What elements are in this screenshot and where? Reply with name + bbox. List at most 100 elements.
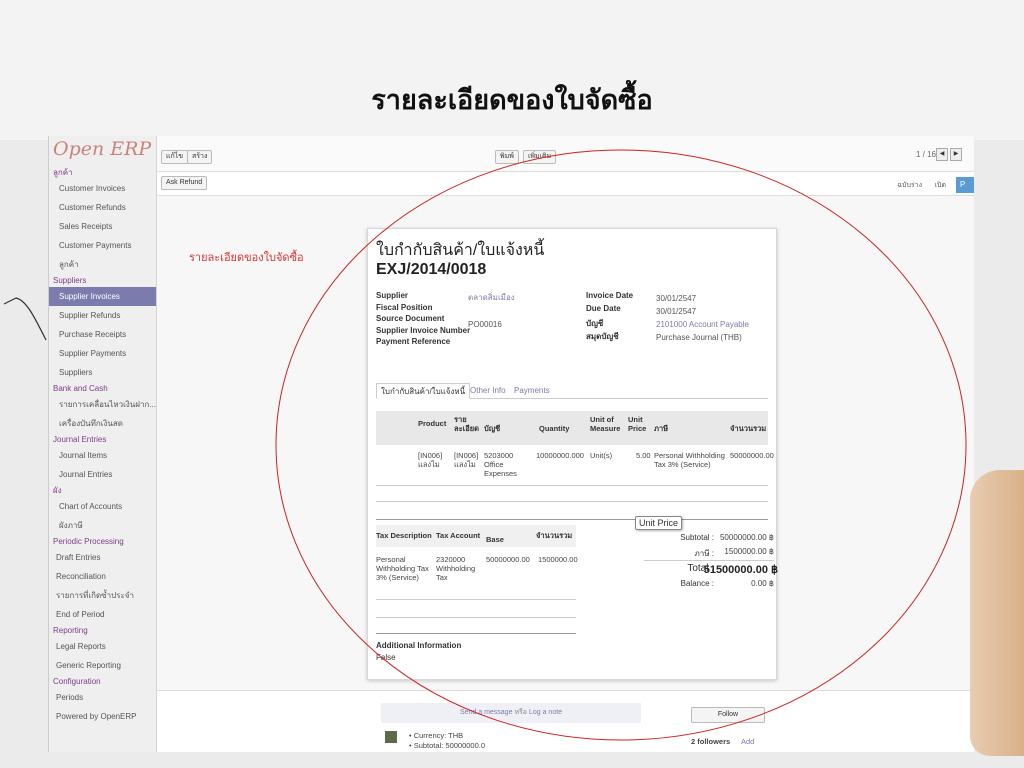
sidebar-item[interactable]: Legal Reports [49, 637, 156, 656]
sidebar-item[interactable]: Supplier Payments [49, 344, 156, 363]
sidebar-section-label: ลูกค้า [53, 168, 73, 177]
line-total[interactable]: 50000000.00 [730, 451, 774, 460]
invoice-title: ใบกำกับสินค้า/ใบแจ้งหนี้ EXJ/2014/0018 [376, 241, 544, 279]
edit-button[interactable]: แก้ไข [161, 150, 189, 164]
field-value[interactable]: PO00016 [468, 320, 502, 329]
previous-icon[interactable]: ◀ [936, 148, 948, 161]
sidebar-item[interactable]: ลูกค้า [49, 255, 156, 274]
col-uom: Unit of Measure [590, 415, 621, 433]
sidebar-item[interactable]: Purchase Receipts [49, 325, 156, 344]
tax-label: ภาษี : [694, 549, 714, 558]
screenshot: Open ERP ลูกค้า Customer Invoices Customer… [48, 136, 974, 752]
stage-paid: P [956, 177, 974, 193]
sidebar-section-label: Journal Entries [53, 435, 107, 444]
stage-bar: ฉบับร่าง เปิด P [157, 177, 974, 214]
sidebar-section-label: Reporting [53, 626, 88, 635]
field-label: Invoice Date [586, 291, 634, 300]
sidebar-item[interactable]: Chart of Accounts [49, 497, 156, 516]
sidebar-item[interactable]: Generic Reporting [49, 656, 156, 675]
invoice-tabs: ใบกำกับสินค้า/ใบแจ้งหนี้ Other Info Paym… [376, 383, 768, 399]
toolbar: แก้ไข สร้าง พิมพ์ เพิ่มเติม 1 / 16 ◀ ▶ [157, 136, 974, 172]
sidebar-item[interactable]: รายการที่เกิดซ้ำประจำ [49, 586, 156, 605]
line-tax[interactable]: Personal Withholding Tax 3% (Service) [654, 451, 730, 469]
invoice-form: ใบกำกับสินค้า/ใบแจ้งหนี้ EXJ/2014/0018 S… [367, 228, 778, 680]
line-unit-price[interactable]: 5.00 [636, 451, 651, 460]
subtotal-value: 50000000.00 ฿ [719, 533, 774, 542]
next-icon[interactable]: ▶ [950, 148, 962, 161]
divider [376, 485, 768, 486]
field-value[interactable]: ตลาดสิ่มเมือง [468, 291, 515, 304]
field-value[interactable]: 30/01/2547 [656, 294, 696, 303]
subtotal-label: Subtotal : [680, 533, 714, 542]
print-button[interactable]: พิมพ์ [495, 150, 519, 164]
balance-value: 0.00 ฿ [751, 579, 774, 588]
total-value: 51500000.00 ฿ [703, 564, 778, 576]
sidebar-menu: ลูกค้า Customer Invoices Customer Refunds S… [49, 166, 156, 726]
col-product: Product [418, 419, 447, 428]
additional-info-value: False [376, 653, 396, 662]
col-tax: ภาษี [654, 424, 669, 433]
field-value[interactable]: 2101000 Account Payable [656, 320, 749, 329]
more-button[interactable]: เพิ่มเติม [523, 150, 557, 164]
lines-header-bg [376, 411, 768, 445]
field-label: Supplier [376, 291, 409, 300]
create-button[interactable]: สร้าง [187, 150, 213, 164]
add-follower-link[interactable]: Add [741, 737, 754, 746]
field-label: บัญชี [586, 319, 604, 328]
sidebar-item[interactable]: Supplier Invoices [49, 287, 156, 306]
line-account[interactable]: 5203000 Office Expenses [484, 451, 524, 478]
sidebar-item[interactable]: End of Period [49, 605, 156, 624]
divider [376, 633, 576, 634]
sidebar-item[interactable]: Customer Refunds [49, 198, 156, 217]
sidebar-section-label: Bank and Cash [53, 384, 108, 393]
send-message-link[interactable]: Send a message [460, 709, 513, 716]
line-quantity[interactable]: 10000000.000 [536, 451, 584, 460]
sidebar-item[interactable]: Powered by OpenERP [49, 707, 156, 726]
chatter: Send a message หรือ Log a note Follow • … [157, 690, 974, 752]
sidebar-section-label: Suppliers [53, 276, 87, 285]
chatter-compose[interactable]: Send a message หรือ Log a note [381, 703, 641, 723]
col-tax-amount: จำนวนรวม [536, 531, 573, 540]
sidebar-item[interactable]: Draft Entries [49, 548, 156, 567]
divider [644, 560, 774, 561]
sidebar-item[interactable]: เครื่องบันทึกเงินสด [49, 414, 156, 433]
sidebar-item[interactable]: Reconciliation [49, 567, 156, 586]
sidebar-item[interactable]: Periods [49, 688, 156, 707]
sidebar-item[interactable]: Journal Entries [49, 465, 156, 484]
field-label: สมุดบัญชี [586, 332, 619, 341]
sidebar-section-label: ผัง [53, 486, 62, 495]
avatar [385, 731, 397, 743]
arrow-doodle-icon [3, 297, 47, 341]
sidebar: Open ERP ลูกค้า Customer Invoices Customer… [49, 136, 157, 752]
pager: 1 / 16 [915, 150, 936, 159]
sidebar-item[interactable]: รายการเคลื่อนไหวเงินฝาก... [49, 395, 156, 414]
col-tax-desc: Tax Description [376, 531, 432, 540]
log-note-link[interactable]: Log a note [529, 709, 562, 716]
tab-payments[interactable]: Payments [510, 383, 554, 399]
ask-refund-button[interactable]: Ask Refund [161, 176, 208, 190]
follow-button[interactable]: Follow [691, 707, 765, 723]
sidebar-item[interactable]: Supplier Refunds [49, 306, 156, 325]
sidebar-item[interactable]: Customer Invoices [49, 179, 156, 198]
tab-other-info[interactable]: Other Info [466, 383, 510, 399]
line-desc[interactable]: [IN006] แลงไม [454, 451, 484, 469]
tax-line-account: 2320000 Withholding Tax [436, 555, 476, 582]
sidebar-item[interactable]: ผังภาษี [49, 516, 156, 535]
field-value[interactable]: Purchase Journal (THB) [656, 333, 742, 342]
col-tax-account: Tax Account [436, 531, 481, 540]
divider [376, 599, 576, 600]
logo: Open ERP [53, 138, 152, 160]
tab-invoice-lines[interactable]: ใบกำกับสินค้า/ใบแจ้งหนี้ [376, 383, 471, 399]
tax-line-base: 50000000.00 [486, 555, 530, 564]
line-uom[interactable]: Unit(s) [590, 451, 612, 460]
sidebar-item[interactable]: Journal Items [49, 446, 156, 465]
line-product[interactable]: [IN006] แลงไม [418, 451, 448, 469]
tax-value: 1500000.00 ฿ [724, 547, 774, 556]
sidebar-item[interactable]: Sales Receipts [49, 217, 156, 236]
sidebar-item[interactable]: Suppliers [49, 363, 156, 382]
col-account: บัญชี [484, 424, 501, 433]
stage-open: เปิด [934, 182, 946, 189]
sidebar-item[interactable]: Customer Payments [49, 236, 156, 255]
field-value[interactable]: 30/01/2547 [656, 307, 696, 316]
hand-photo [970, 470, 1024, 756]
